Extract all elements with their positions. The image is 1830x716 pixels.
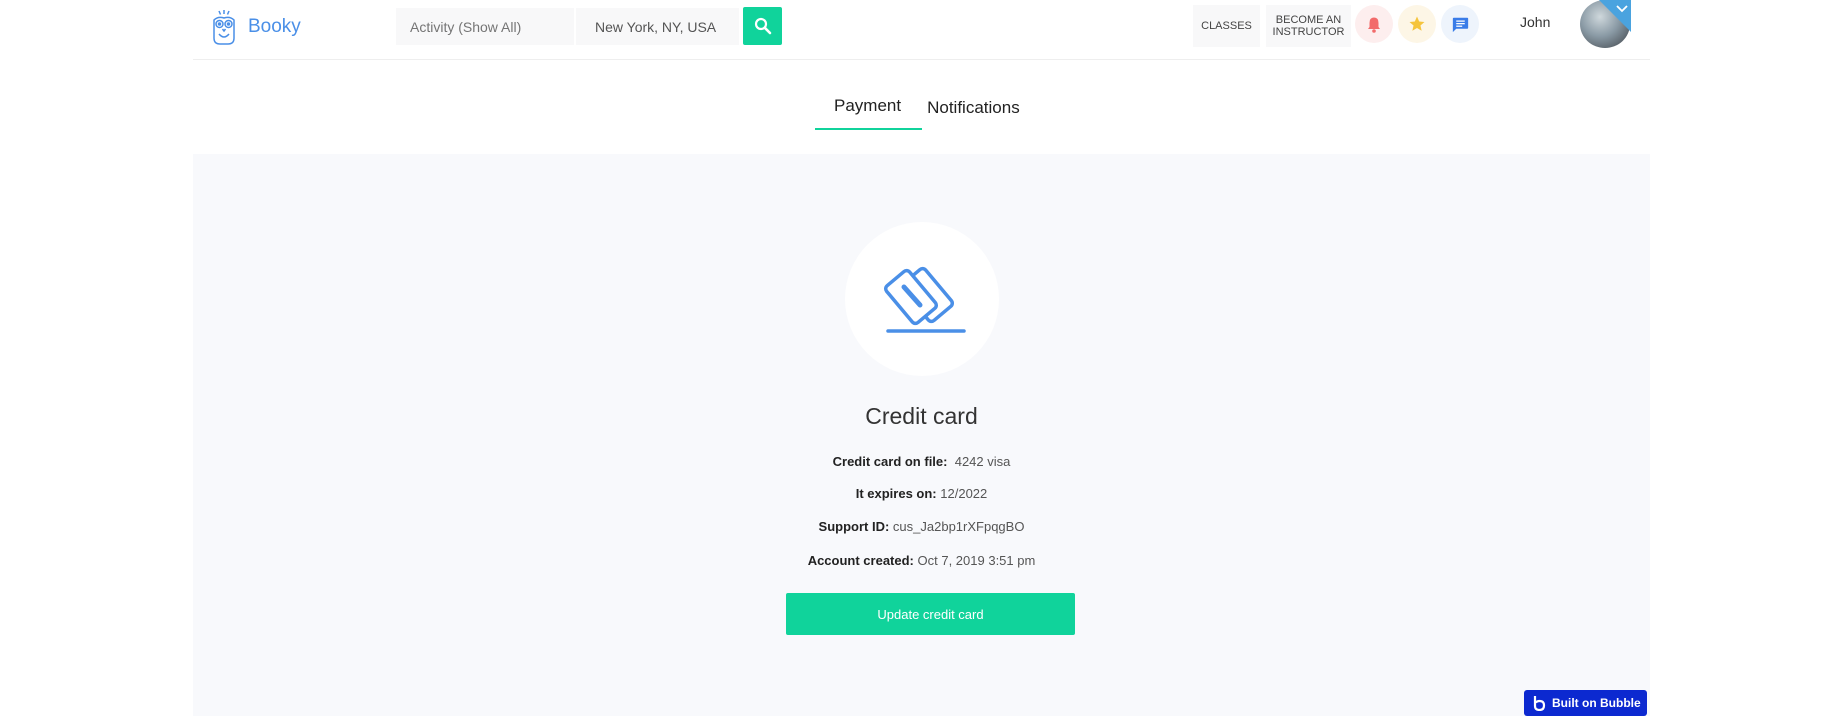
logo[interactable]: Booky [210,6,301,48]
page: Booky CLASSES BECOME ANINSTRUCTOR [0,0,1830,716]
account-created-label: Account created: [807,553,914,568]
instructor-label-line1: BECOME AN [1275,14,1342,26]
become-instructor-nav-button[interactable]: BECOME AN INSTRUCTOR [1266,5,1351,47]
activity-search-input[interactable] [396,8,574,45]
support-id-row: Support ID: cus_Ja2bp1rXFpqgBO [193,519,1650,534]
settings-tabs: Payment Notifications [815,96,1040,130]
user-menu-toggle[interactable] [1599,0,1631,32]
bubble-badge-label: Built on Bubble [1552,696,1641,710]
tab-payment[interactable]: Payment [815,96,923,130]
bubble-logo-icon [1533,696,1546,711]
payment-panel: Credit card Credit card on file: 4242 vi… [193,154,1650,716]
built-on-bubble-badge[interactable]: Built on Bubble [1524,690,1647,716]
chat-icon [1452,17,1468,32]
location-search-input[interactable] [576,8,739,45]
support-id-label: Support ID: [818,519,890,534]
top-header: Booky CLASSES BECOME ANINSTRUCTOR [193,0,1650,60]
card-on-file-row: Credit card on file: 4242 visa [193,454,1650,469]
user-name[interactable]: John [1520,14,1550,30]
bell-icon [1368,17,1380,33]
card-on-file-label: Credit card on file: [832,454,948,469]
star-icon [1409,16,1425,31]
owl-logo-icon [213,10,235,45]
expiry-value: 12/2022 [940,486,988,501]
credit-card-title: Credit card [865,403,978,429]
classes-nav-button[interactable]: CLASSES [1193,5,1260,47]
messages-button[interactable] [1441,5,1479,43]
account-created-row: Account created: Oct 7, 2019 3:51 pm [193,553,1650,568]
search-button[interactable] [743,7,782,45]
update-credit-card-button[interactable]: Update credit card [786,593,1075,635]
expiry-label: It expires on: [855,486,937,501]
credit-card-icon [883,266,966,333]
expiry-row: It expires on: 12/2022 [193,486,1650,501]
instructor-label-line2: INSTRUCTOR [1272,26,1345,38]
search-icon [754,17,771,35]
card-on-file-value: 4242 visa [954,454,1011,469]
logo-text: Booky [248,16,301,37]
account-created-value: Oct 7, 2019 3:51 pm [917,553,1036,568]
favorites-button[interactable] [1398,5,1436,43]
tab-notifications[interactable]: Notifications [922,96,1040,130]
notifications-button[interactable] [1355,5,1393,43]
credit-card-illustration [845,222,999,376]
support-id-value: cus_Ja2bp1rXFpqgBO [892,519,1025,534]
